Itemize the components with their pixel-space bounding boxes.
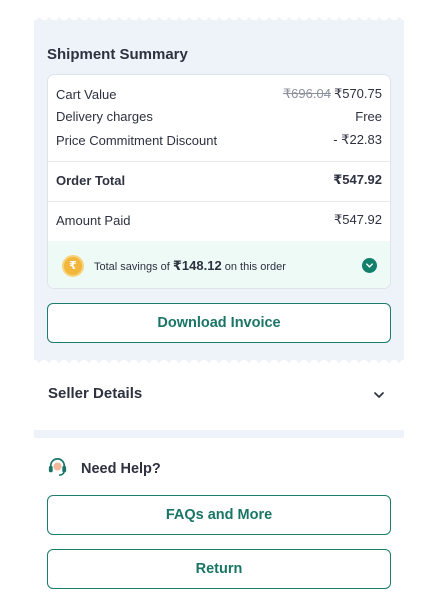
order-total-label: Order Total — [56, 172, 126, 188]
cart-value-row: Cart Value ₹696.04 ₹570.75 — [56, 86, 382, 102]
delivery-value: Free — [355, 109, 382, 124]
savings-prefix: Total savings of — [94, 260, 170, 273]
divider — [48, 201, 390, 202]
shipment-summary-title: Shipment Summary — [47, 46, 188, 63]
section-separator — [34, 430, 404, 438]
cart-value-original: ₹696.04 — [282, 86, 331, 101]
rupee-coin-icon: ₹ — [62, 254, 84, 277]
amount-paid-value: ₹547.92 — [333, 212, 382, 227]
chevron-down-icon[interactable] — [373, 388, 385, 400]
cart-value-amounts: ₹696.04 ₹570.75 — [283, 86, 382, 102]
discount-row: Price Commitment Discount - ₹22.83 — [56, 132, 382, 148]
total-savings-banner[interactable]: ₹ Total savings of ₹148.12 on this order — [48, 241, 390, 288]
discount-label: Price Commitment Discount — [56, 132, 218, 148]
divider — [48, 161, 390, 162]
order-details-page: Shipment Summary Cart Value ₹696.04 ₹570… — [0, 0, 426, 605]
savings-text: Total savings of ₹148.12 on this order — [94, 258, 286, 274]
check-circle-icon — [362, 258, 377, 273]
price-breakdown: Cart Value ₹696.04 ₹570.75 Delivery char… — [47, 74, 391, 289]
delivery-row: Delivery charges Free — [56, 109, 382, 124]
zigzag-edge-top — [34, 14, 404, 20]
discount-value: - ₹22.83 — [333, 132, 382, 147]
zigzag-edge-bottom — [34, 360, 404, 366]
headset-support-icon — [46, 455, 69, 483]
savings-amount: ₹148.12 — [172, 257, 222, 273]
shipment-summary-card: Shipment Summary Cart Value ₹696.04 ₹570… — [34, 14, 404, 366]
return-button[interactable]: Return — [47, 549, 391, 589]
cart-value-label: Cart Value — [56, 86, 117, 102]
savings-suffix: on this order — [224, 260, 286, 273]
faqs-button[interactable]: FAQs and More — [47, 495, 391, 535]
amount-paid-row: Amount Paid ₹547.92 — [56, 212, 382, 228]
seller-details-title[interactable]: Seller Details — [48, 385, 142, 402]
order-total-row: Order Total ₹547.92 — [56, 172, 382, 188]
download-invoice-button[interactable]: Download Invoice — [47, 303, 391, 343]
order-total-value: ₹547.92 — [333, 172, 382, 187]
amount-paid-label: Amount Paid — [56, 212, 131, 228]
need-help-header: Need Help? — [46, 455, 161, 483]
cart-value-final: ₹570.75 — [333, 86, 382, 101]
coin-symbol: ₹ — [69, 260, 77, 272]
delivery-label: Delivery charges — [56, 109, 153, 124]
need-help-title: Need Help? — [81, 461, 161, 477]
